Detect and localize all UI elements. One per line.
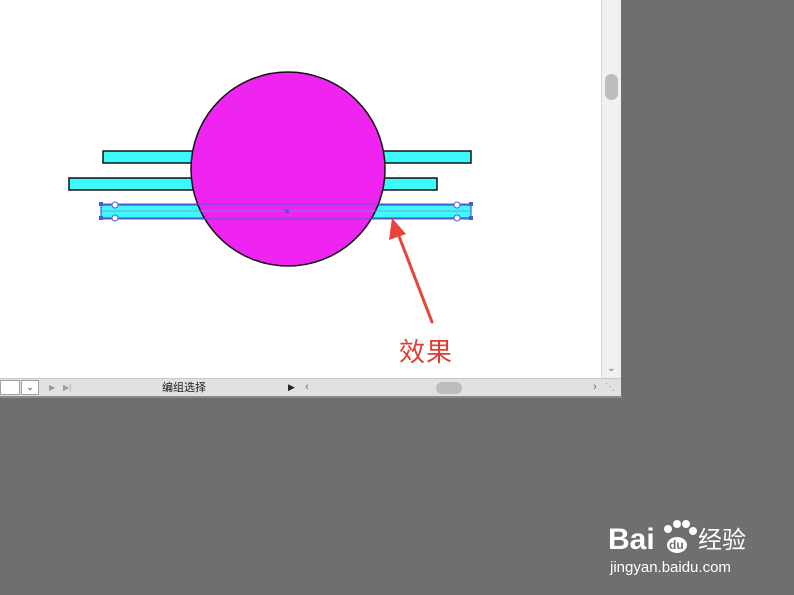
red-arrow-icon [389,218,434,324]
corner-widget[interactable] [453,214,461,222]
scroll-left-icon[interactable]: ‹ [300,380,314,395]
corner-widget[interactable] [111,214,119,222]
horizontal-scrollbar[interactable]: ‹ › [300,380,602,395]
annotation-label: 效果 [399,338,454,368]
baidu-jingyan-watermark: Bai du 经验 jingyan.baidu.com [608,520,746,576]
svg-text:du: du [669,538,684,552]
status-bar: ⌄ ▶ ▶| 编组选择 ▶ ‹ › ⋱ [0,378,621,396]
resize-grip-icon[interactable]: ⋱ [603,381,617,395]
selection-handle[interactable] [469,216,473,220]
document-canvas[interactable]: 效果 [0,0,601,378]
corner-widget[interactable] [453,201,461,209]
next-page-icon[interactable]: ▶ [49,380,55,395]
vertical-scrollbar[interactable]: ⌄ [601,0,621,378]
chevron-down-icon[interactable]: ⌄ [21,380,39,395]
current-tool-status: 编组选择 [162,382,206,394]
watermark-url: jingyan.baidu.com [609,559,731,576]
scroll-right-icon[interactable]: › [588,380,602,395]
vertical-scroll-thumb[interactable] [605,74,618,100]
corner-widget[interactable] [111,201,119,209]
zoom-field[interactable] [0,380,20,395]
selection-handle[interactable] [469,202,473,206]
watermark-brand-right: 经验 [698,526,746,554]
horizontal-scroll-thumb[interactable] [436,382,462,394]
selection-handle[interactable] [99,202,103,206]
last-page-icon[interactable]: ▶| [63,380,71,395]
artwork-svg [68,71,473,324]
magenta-circle[interactable] [190,71,386,267]
watermark-brand-left: Bai [608,523,655,556]
selection-handle[interactable] [99,216,103,220]
scroll-down-icon[interactable]: ⌄ [602,362,621,376]
status-menu-arrow-icon[interactable]: ▶ [288,380,295,395]
window-bottom-edge [0,396,622,398]
selection-center-point [285,209,289,213]
